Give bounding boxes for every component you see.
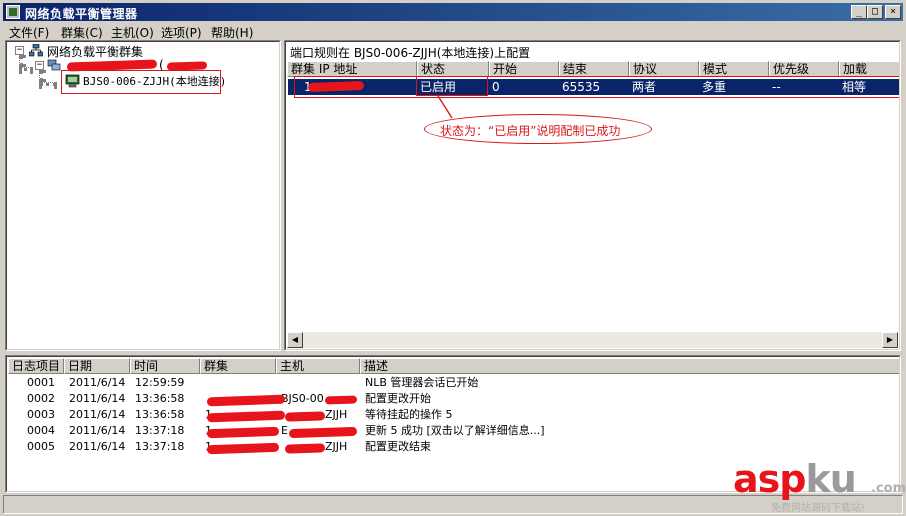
log-row-date: 2011/6/14: [69, 408, 126, 421]
col-priority[interactable]: 优先级: [769, 61, 839, 77]
log-col-host[interactable]: 主机: [276, 358, 360, 374]
nlb-app-icon: [6, 5, 20, 19]
log-row-time: 13:37:18: [135, 424, 185, 437]
host-highlight-box: [61, 70, 221, 94]
port-rules-pane: 端口规则在 BJS0-006-ZJJH(本地连接)上配置 群集 IP 地址 状态…: [284, 40, 901, 351]
title-bar[interactable]: 网络负载平衡管理器 _ □ ×: [3, 3, 903, 21]
close-button[interactable]: ×: [885, 5, 901, 19]
col-mode[interactable]: 模式: [699, 61, 769, 77]
col-start[interactable]: 开始: [489, 61, 559, 77]
cluster-collapse-toggle[interactable]: −: [35, 61, 44, 70]
cluster-tree-pane: − 网络负载平衡群集 − ( BJS0-006-ZJJH(本地连接): [5, 40, 281, 351]
log-row-host: E: [281, 424, 288, 437]
log-row-date: 2011/6/14: [69, 424, 126, 437]
port-rules-caption: 端口规则在 BJS0-006-ZJJH(本地连接)上配置: [290, 46, 531, 60]
log-col-cluster[interactable]: 群集: [200, 358, 276, 374]
col-load[interactable]: 加载: [839, 61, 899, 77]
redacted-log-host: [324, 395, 358, 405]
tree-root-label[interactable]: 网络负载平衡群集: [47, 43, 143, 60]
window-title: 网络负载平衡管理器: [25, 7, 138, 21]
menu-host[interactable]: 主机(O): [111, 24, 154, 41]
redacted-log-host: [284, 443, 326, 454]
log-row-date: 2011/6/14: [69, 376, 126, 389]
annotation-text: 状态为：“已启用”说明配制已成功: [440, 124, 621, 138]
log-row-time: 13:36:58: [135, 408, 185, 421]
col-cluster-ip[interactable]: 群集 IP 地址: [287, 61, 417, 77]
menu-cluster[interactable]: 群集(C): [61, 24, 103, 41]
log-col-desc[interactable]: 描述: [360, 358, 899, 374]
status-highlight-box: [416, 76, 488, 96]
log-row-time: 12:59:59: [135, 376, 185, 389]
log-row-id: 0001: [27, 376, 55, 389]
row-highlight-box: [294, 76, 899, 98]
log-row-desc: 配置更改结束: [365, 440, 431, 453]
redacted-log-cluster: [206, 410, 286, 423]
redacted-log-cluster: [206, 426, 280, 439]
log-row-id: 0002: [27, 392, 55, 405]
col-protocol[interactable]: 协议: [629, 61, 699, 77]
log-row-date: 2011/6/14: [69, 392, 126, 405]
menu-help[interactable]: 帮助(H): [211, 24, 253, 41]
watermark-brand: aspku: [733, 457, 857, 501]
redacted-log-host: [284, 411, 326, 422]
aspku-watermark: aspku .com 免费网站源码下载站!: [733, 457, 906, 514]
log-row-id: 0004: [27, 424, 55, 437]
redacted-log-host: [288, 426, 358, 439]
watermark-tagline: 免费网站源码下载站!: [771, 503, 866, 514]
log-row-desc: 更新 5 成功 [双击以了解详细信息...]: [365, 424, 545, 437]
log-row-desc: NLB 管理器会话已开始: [365, 376, 479, 389]
log-row-time: 13:36:58: [135, 392, 185, 405]
network-clusters-icon: [29, 44, 43, 57]
log-row-date: 2011/6/14: [69, 440, 126, 453]
redacted-log-cluster: [206, 442, 280, 455]
menu-bar: 文件(F) 群集(C) 主机(O) 选项(P) 帮助(H): [3, 22, 903, 40]
log-row-desc: 配置更改开始: [365, 392, 431, 405]
watermark-suffix: .com: [871, 481, 906, 496]
minimize-button[interactable]: _: [851, 5, 867, 19]
log-row-host: ZJJH: [325, 440, 348, 453]
root-collapse-toggle[interactable]: −: [15, 46, 24, 55]
nlb-manager-window: 网络负载平衡管理器 _ □ × 文件(F) 群集(C) 主机(O) 选项(P) …: [0, 0, 906, 516]
log-col-date[interactable]: 日期: [64, 358, 130, 374]
log-row-desc: 等待挂起的操作 5: [365, 408, 453, 421]
col-status[interactable]: 状态: [417, 61, 489, 77]
log-row-id: 0005: [27, 440, 55, 453]
redacted-log-cluster: [206, 394, 286, 407]
log-col-time[interactable]: 时间: [130, 358, 200, 374]
log-row-host: BJS0-00: [281, 392, 324, 405]
log-row-id: 0003: [27, 408, 55, 421]
menu-options[interactable]: 选项(P): [161, 24, 202, 41]
menu-file[interactable]: 文件(F): [9, 24, 49, 41]
maximize-button[interactable]: □: [867, 5, 883, 19]
ports-horizontal-scrollbar[interactable]: ◀ ▶: [287, 332, 898, 348]
cluster-icon: [47, 59, 61, 71]
log-row-host: ZJJH: [325, 408, 348, 421]
log-row-time: 13:37:18: [135, 440, 185, 453]
col-end[interactable]: 结束: [559, 61, 629, 77]
scroll-left-button[interactable]: ◀: [287, 332, 303, 348]
log-col-id[interactable]: 日志项目: [8, 358, 64, 374]
annotation-pointer: [437, 95, 453, 119]
scroll-right-button[interactable]: ▶: [882, 332, 898, 348]
